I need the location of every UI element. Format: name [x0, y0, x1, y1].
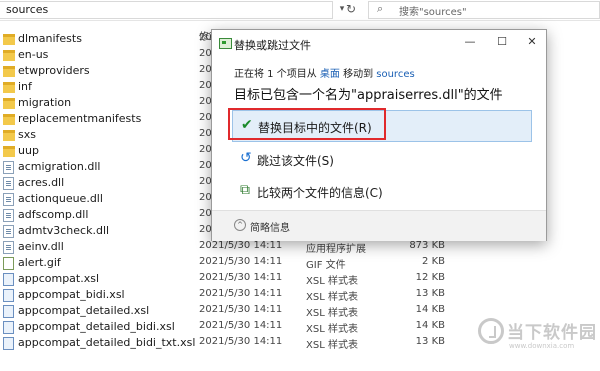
- file-name: appcompat_bidi.xsl: [18, 288, 125, 301]
- file-file-icon: [3, 161, 14, 174]
- address-path: sources: [6, 3, 49, 16]
- brief-info-toggle[interactable]: 简略信息: [250, 219, 290, 234]
- skip-arrow-icon: ↺: [240, 150, 252, 166]
- highlight-box: [228, 108, 386, 140]
- file-date: 2021/5/30 14:11: [199, 320, 283, 331]
- file-file-icon: [3, 209, 14, 222]
- xsl-file-icon: [3, 337, 14, 350]
- file-date: 2021/5/30 14:11: [199, 256, 283, 267]
- gif-file-icon: [3, 257, 14, 270]
- xsl-file-icon: [3, 289, 14, 302]
- file-date: 2021/5/30 14:11: [199, 304, 283, 315]
- file-row[interactable]: aeinv.dll 2021/5/30 14:11 应用程序扩展 873 KB: [0, 239, 600, 255]
- file-name: replacementmanifests: [18, 112, 142, 125]
- file-size: 12 KB: [415, 272, 445, 283]
- skip-option[interactable]: ↺ 跳过该文件(S): [232, 144, 530, 174]
- file-name: admtv3check.dll: [18, 224, 110, 237]
- file-size: 13 KB: [415, 336, 445, 347]
- dialog-title: 替换或跳过文件: [234, 39, 311, 52]
- folder-icon: [3, 146, 15, 157]
- folder-icon: [3, 114, 15, 125]
- file-size: 14 KB: [415, 304, 445, 315]
- folder-icon: [3, 82, 15, 93]
- file-name: alert.gif: [18, 256, 61, 269]
- move-file-icon: [219, 38, 232, 49]
- xsl-file-icon: [3, 273, 14, 286]
- move-status-mid: 移动到: [339, 69, 377, 80]
- search-box[interactable]: ⌕ 搜索"sources": [368, 1, 600, 19]
- file-date: 2021/5/30 14:11: [199, 288, 283, 299]
- search-placeholder: 搜索"sources": [399, 7, 467, 18]
- file-size: 13 KB: [415, 288, 445, 299]
- explorer-toolbar: sources ▾ ↻ ⌕ 搜索"sources": [0, 0, 600, 21]
- file-type: XSL 样式表: [306, 340, 358, 351]
- compare-files-icon: ⧉: [240, 182, 250, 198]
- chevron-up-icon[interactable]: ^: [234, 219, 246, 231]
- file-name: adfscomp.dll: [18, 208, 89, 221]
- folder-icon: [3, 130, 15, 141]
- compare-option[interactable]: ⧉ 比较两个文件的信息(C): [232, 176, 530, 206]
- address-bar[interactable]: sources: [0, 1, 333, 19]
- conflict-message: 目标已包含一个名为"appraiserres.dll"的文件: [234, 88, 503, 103]
- watermark-text: 当下软件园: [507, 323, 597, 343]
- file-name: appcompat.xsl: [18, 272, 100, 285]
- file-type: XSL 样式表: [306, 308, 358, 319]
- file-name: actionqueue.dll: [18, 192, 103, 205]
- close-button[interactable]: ✕: [521, 33, 543, 51]
- file-row[interactable]: appcompat.xsl 2021/5/30 14:11 XSL 样式表 12 KB: [0, 271, 600, 287]
- file-date: 2021/5/30 14:11: [199, 336, 283, 347]
- dialog-footer: ^ 简略信息: [212, 210, 546, 241]
- file-name: migration: [18, 96, 72, 109]
- file-row[interactable]: appcompat_bidi.xsl 2021/5/30 14:11 XSL 样式表…: [0, 287, 600, 303]
- search-icon: ⌕: [377, 2, 384, 15]
- watermark-url: www.downxia.com: [509, 342, 575, 350]
- compare-option-label: 比较两个文件的信息(C): [257, 186, 383, 200]
- watermark-logo-icon: [478, 318, 504, 344]
- file-type: XSL 样式表: [306, 276, 358, 287]
- move-status-text: 正在将 1 个项目从 桌面 移动到 sources: [234, 65, 415, 80]
- file-name: acres.dll: [18, 176, 65, 189]
- file-name: appcompat_detailed_bidi_txt.xsl: [18, 336, 196, 349]
- file-name: appcompat_detailed_bidi.xsl: [18, 320, 175, 333]
- file-name: uup: [18, 144, 39, 157]
- minimize-button[interactable]: —: [459, 33, 481, 51]
- file-type: XSL 样式表: [306, 292, 358, 303]
- folder-icon: [3, 34, 15, 45]
- file-file-icon: [3, 225, 14, 238]
- file-name: dlmanifests: [18, 32, 82, 45]
- xsl-file-icon: [3, 305, 14, 318]
- file-row[interactable]: alert.gif 2021/5/30 14:11 GIF 文件 2 KB: [0, 255, 600, 271]
- xsl-file-icon: [3, 321, 14, 334]
- file-size: 873 KB: [409, 240, 445, 251]
- file-name: aeinv.dll: [18, 240, 64, 253]
- file-date: 2021/5/30 14:11: [199, 240, 283, 251]
- destination-folder-link[interactable]: sources: [376, 69, 414, 80]
- source-folder-link[interactable]: 桌面: [320, 69, 340, 80]
- file-name: etwproviders: [18, 64, 90, 77]
- file-name: en-us: [18, 48, 49, 61]
- maximize-button[interactable]: ☐: [491, 33, 513, 51]
- file-size: 2 KB: [422, 256, 445, 267]
- file-file-icon: [3, 193, 14, 206]
- file-name: acmigration.dll: [18, 160, 101, 173]
- move-status-prefix: 正在将 1 个项目从: [234, 69, 320, 80]
- file-name: sxs: [18, 128, 36, 141]
- folder-icon: [3, 50, 15, 61]
- file-name: inf: [18, 80, 32, 93]
- skip-option-label: 跳过该文件(S): [257, 154, 334, 168]
- file-type: XSL 样式表: [306, 324, 358, 335]
- file-type: 应用程序扩展: [306, 244, 366, 255]
- file-size: 14 KB: [415, 320, 445, 331]
- file-name: appcompat_detailed.xsl: [18, 304, 150, 317]
- refresh-icon[interactable]: ↻: [343, 1, 359, 17]
- file-row[interactable]: appcompat_detailed.xsl 2021/5/30 14:11 XSL…: [0, 303, 600, 319]
- file-date: 2021/5/30 14:11: [199, 272, 283, 283]
- folder-icon: [3, 66, 15, 77]
- file-file-icon: [3, 241, 14, 254]
- file-type: GIF 文件: [306, 260, 346, 271]
- folder-icon: [3, 98, 15, 109]
- file-file-icon: [3, 177, 14, 190]
